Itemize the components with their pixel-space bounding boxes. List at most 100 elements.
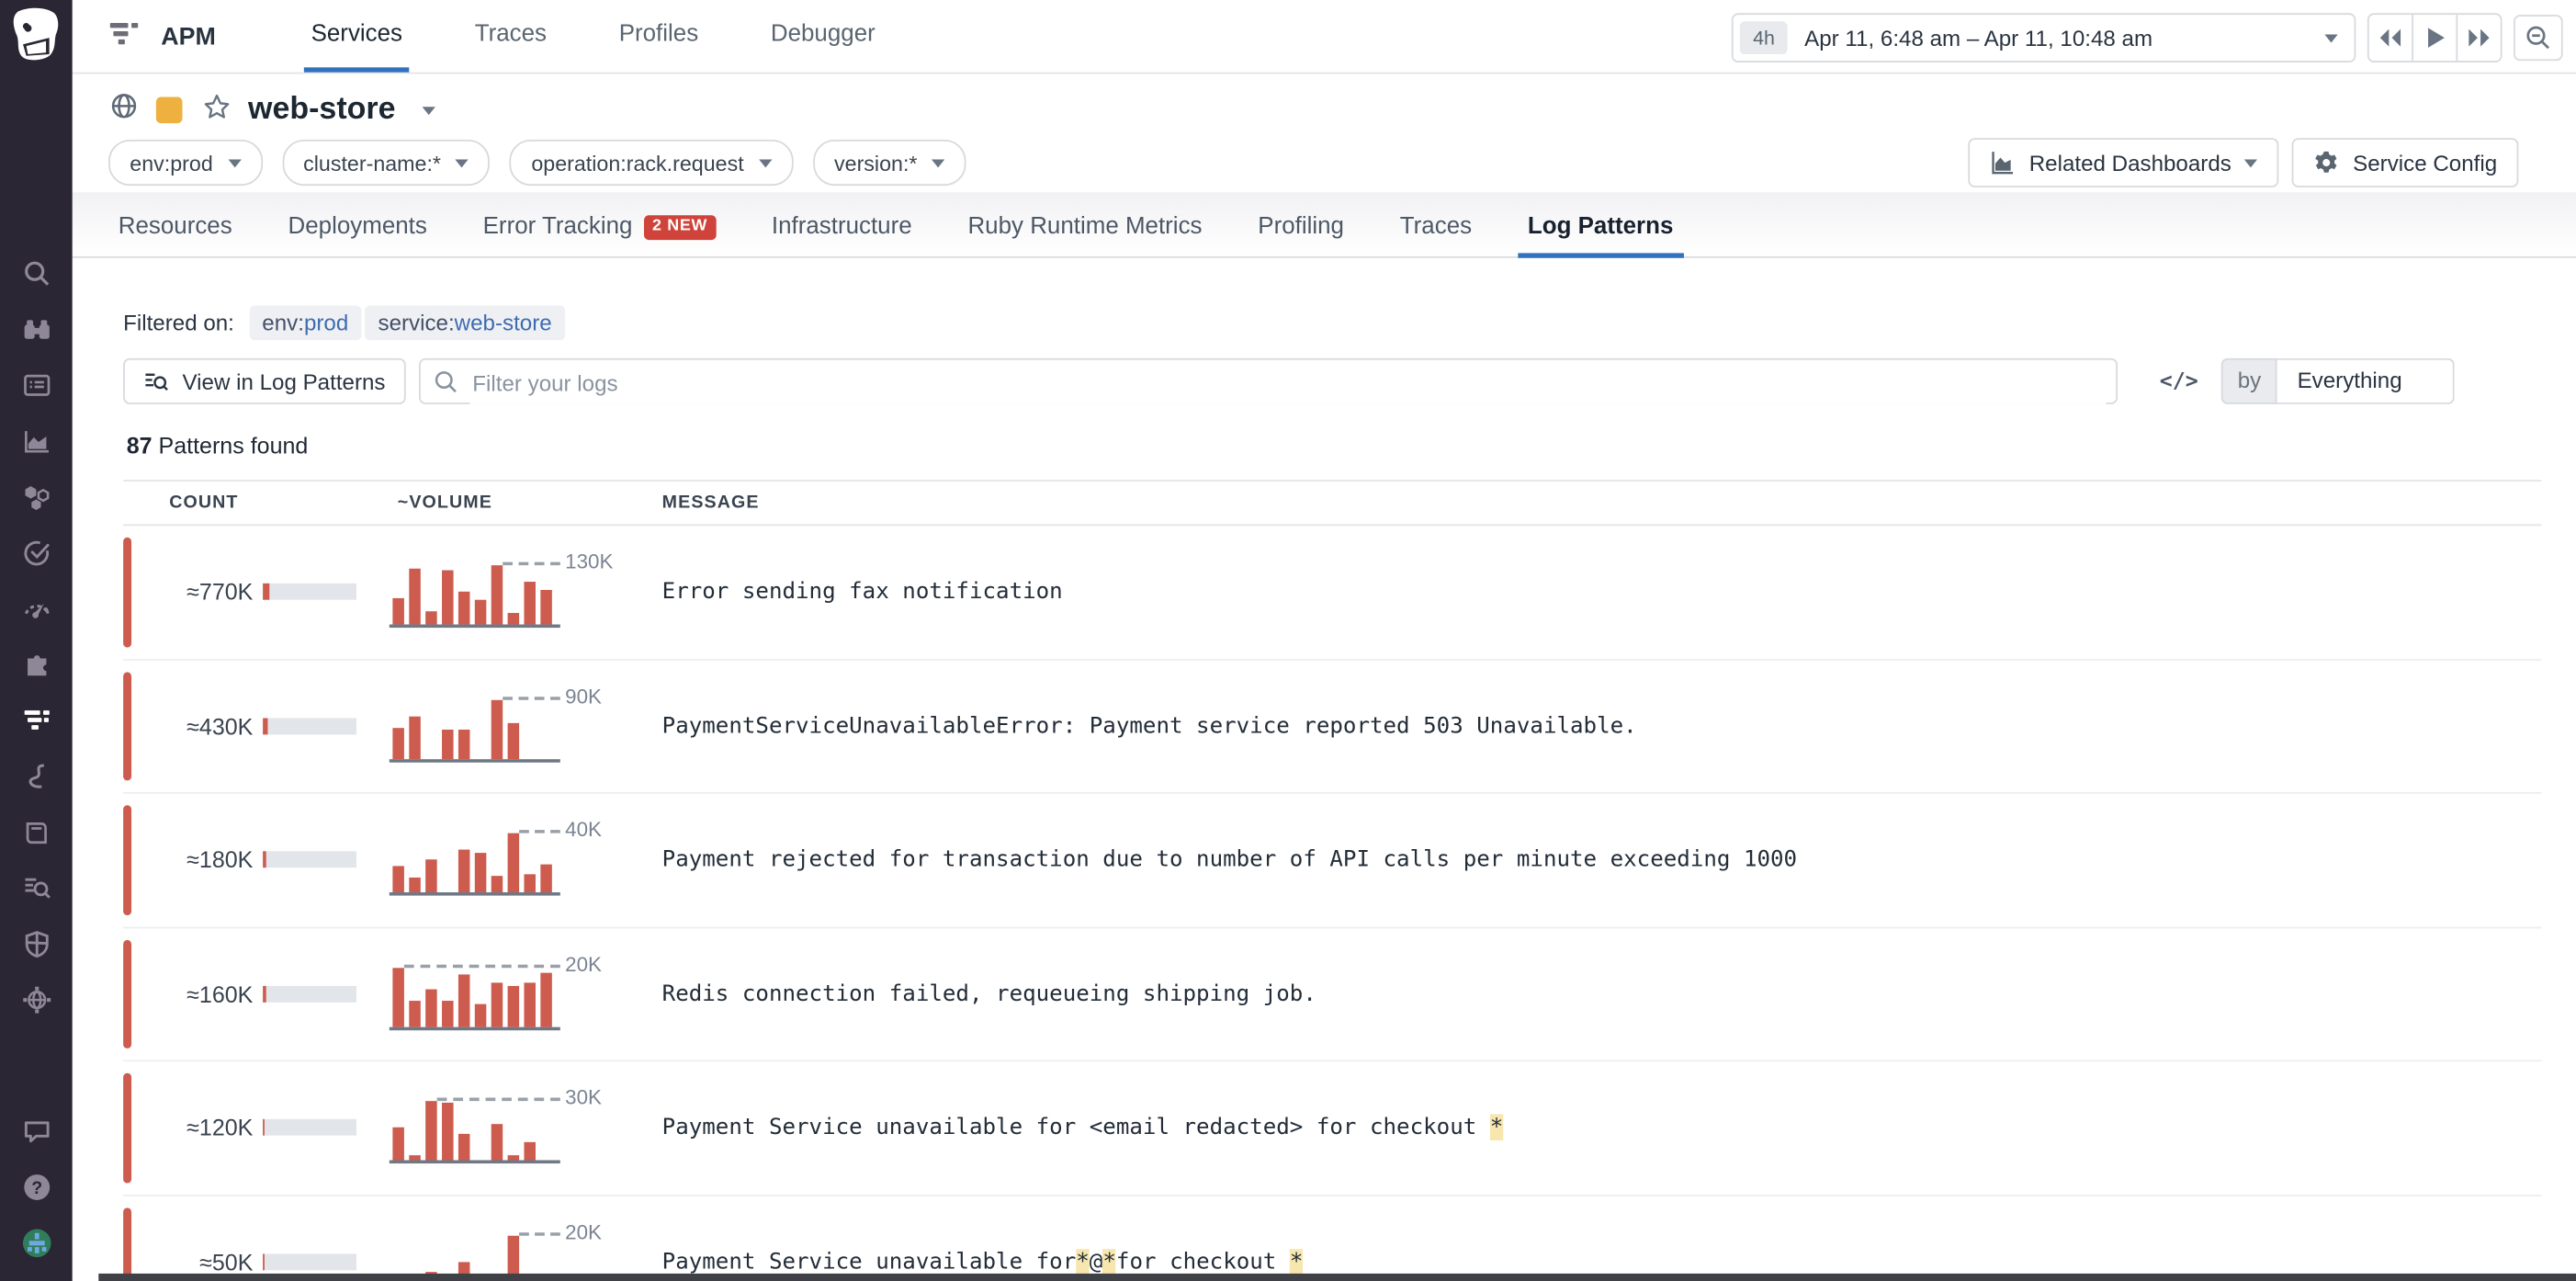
help-icon[interactable]: ? <box>17 1167 56 1207</box>
pattern-row[interactable]: ≈50K20KPayment Service unavailable for*@… <box>123 1196 2541 1281</box>
topnav-item-debugger[interactable]: Debugger <box>735 0 912 73</box>
horizontal-scrollbar[interactable] <box>98 1274 2576 1281</box>
tab-resources[interactable]: Resources <box>108 198 242 256</box>
log-search-box <box>418 358 2117 404</box>
related-dashboards-label: Related Dashboards <box>2029 151 2231 176</box>
time-play-button[interactable] <box>2412 15 2456 61</box>
sparkline-bar <box>475 600 487 625</box>
user-avatar-icon[interactable] <box>17 1222 56 1262</box>
service-menu-caret-icon[interactable] <box>422 106 435 114</box>
chevron-down-icon <box>228 159 241 167</box>
pattern-row[interactable]: ≈160K20KRedis connection failed, requeue… <box>123 927 2541 1061</box>
tab-traces[interactable]: Traces <box>1390 198 1482 256</box>
sparkline-bar <box>508 1156 520 1161</box>
left-sidebar: ? <box>0 0 73 1281</box>
sparkline-bar <box>524 582 536 624</box>
security-icon[interactable] <box>17 924 56 963</box>
datadog-logo-icon[interactable] <box>6 5 65 67</box>
tab-error-tracking[interactable]: Error Tracking2 NEW <box>473 198 726 256</box>
sparkline-bar <box>458 974 470 1026</box>
favorite-star-icon[interactable] <box>202 91 232 129</box>
tab-label: Resources <box>119 198 232 256</box>
search-input[interactable] <box>469 361 2106 403</box>
sparkline-bar <box>491 877 503 893</box>
sparkline-bar <box>491 699 503 758</box>
logs-icon[interactable] <box>17 867 56 907</box>
topnav-item-services[interactable]: Services <box>275 0 438 73</box>
pattern-count: ≈120K <box>186 1115 253 1141</box>
scope-filter-env-prod[interactable]: env:prod <box>108 140 262 186</box>
pattern-row[interactable]: ≈430K90KPaymentServiceUnavailableError: … <box>123 660 2541 794</box>
sparkline-bar <box>540 972 552 1026</box>
wildcard-highlight: * <box>1102 1249 1116 1275</box>
scope-filter-cluster-name[interactable]: cluster-name:* <box>282 140 491 186</box>
globe-icon <box>108 90 140 130</box>
pattern-message: Payment Service unavailable for <email r… <box>642 1115 2541 1141</box>
scope-filter-label: operation:rack.request <box>531 151 743 176</box>
time-range-badge: 4h <box>1740 21 1789 54</box>
group-by-select[interactable]: by Everything <box>2221 358 2455 404</box>
code-view-toggle[interactable]: </> <box>2160 368 2198 393</box>
infrastructure-icon[interactable] <box>17 477 56 516</box>
service-name: web-store <box>248 92 395 128</box>
message-text: for checkout <box>1116 1249 1290 1275</box>
chat-icon[interactable] <box>17 1111 56 1151</box>
message-text: PaymentServiceUnavailableError: Payment … <box>662 713 1637 740</box>
service-config-button[interactable]: Service Config <box>2292 138 2518 187</box>
sparkline-bar <box>540 865 552 892</box>
related-dashboards-button[interactable]: Related Dashboards <box>1969 138 2279 187</box>
search-icon[interactable] <box>17 253 56 292</box>
apm-icon[interactable] <box>17 700 56 740</box>
volume-sparkline: 40K <box>390 823 560 896</box>
pattern-row[interactable]: ≈180K40KPayment rejected for transaction… <box>123 794 2541 928</box>
scope-filter-version[interactable]: version:* <box>813 140 966 186</box>
count-proportion-bar <box>263 1253 356 1270</box>
sparkline-bar <box>524 982 536 1026</box>
watchdog-icon[interactable] <box>17 309 56 348</box>
notebooks-icon[interactable] <box>17 811 56 851</box>
column-header-count[interactable]: COUNT <box>123 493 383 512</box>
metrics-icon[interactable] <box>17 421 56 460</box>
time-rewind-button[interactable] <box>2369 15 2412 61</box>
sparkline-bar <box>409 878 421 892</box>
count-proportion-fill <box>263 584 269 600</box>
view-in-log-patterns-button[interactable]: View in Log Patterns <box>123 358 405 404</box>
pattern-row[interactable]: ≈120K30KPayment Service unavailable for … <box>123 1061 2541 1196</box>
tab-log-patterns[interactable]: Log Patterns <box>1518 198 1683 256</box>
monitors-icon[interactable] <box>17 532 56 572</box>
count-cell: ≈160K <box>123 981 383 1007</box>
filter-chip-env-prod[interactable]: env:prod <box>249 306 362 341</box>
network-icon[interactable] <box>17 980 56 1019</box>
ci-pipelines-icon[interactable] <box>17 756 56 796</box>
sparkline-baseline <box>390 1161 560 1164</box>
count-proportion-bar <box>263 852 356 868</box>
count-proportion-bar <box>263 986 356 1003</box>
topnav-item-profiles[interactable]: Profiles <box>582 0 734 73</box>
sparkline-bar <box>409 1001 421 1027</box>
tab-infrastructure[interactable]: Infrastructure <box>762 198 921 256</box>
table-header: COUNT ~VOLUME MESSAGE <box>123 480 2541 526</box>
count-proportion-fill <box>263 1119 265 1136</box>
peak-annotation-line: 20K <box>519 1232 560 1236</box>
tab-ruby-runtime-metrics[interactable]: Ruby Runtime Metrics <box>958 198 1213 256</box>
count-proportion-fill <box>263 718 267 734</box>
chevron-down-icon <box>2244 159 2257 167</box>
integrations-icon[interactable] <box>17 644 56 684</box>
time-range-selector[interactable]: 4h Apr 11, 6:48 am – Apr 11, 10:48 am <box>1732 13 2356 62</box>
synthetics-icon[interactable] <box>17 588 56 628</box>
pattern-row[interactable]: ≈770K130KError sending fax notification <box>123 526 2541 660</box>
dashboards-icon[interactable] <box>17 365 56 404</box>
filter-chip-service-web-store[interactable]: service:web-store <box>365 306 565 341</box>
zoom-out-button[interactable] <box>2514 15 2563 61</box>
group-by-label: by <box>2221 358 2277 404</box>
count-proportion-bar <box>263 718 356 734</box>
tab-deployments[interactable]: Deployments <box>278 198 437 256</box>
topnav-item-traces[interactable]: Traces <box>438 0 582 73</box>
time-range-label: Apr 11, 6:48 am – Apr 11, 10:48 am <box>1804 26 2324 51</box>
severity-bar <box>123 939 130 1049</box>
scope-filter-operation-rack-request[interactable]: operation:rack.request <box>510 140 793 186</box>
sparkline-baseline <box>390 1026 560 1030</box>
column-header-volume[interactable]: ~VOLUME <box>383 493 643 512</box>
time-forward-button[interactable] <box>2456 15 2500 61</box>
tab-profiling[interactable]: Profiling <box>1248 198 1354 256</box>
